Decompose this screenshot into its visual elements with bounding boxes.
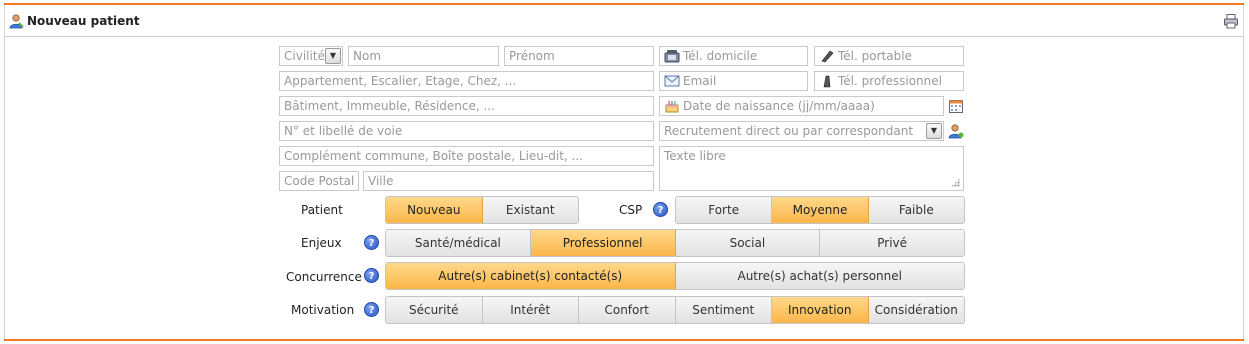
help-icon[interactable]: ?: [364, 268, 379, 283]
csp-segmented-control: Forte Moyenne Faible: [675, 196, 965, 224]
motivation-option-consideration[interactable]: Considération: [868, 297, 964, 323]
code-postal-input[interactable]: Code Postal: [279, 171, 359, 191]
user-icon: [8, 13, 24, 29]
bottom-accent-rule: [4, 339, 1244, 341]
date-naissance-input[interactable]: Date de naissance (jj/mm/aaaa): [659, 96, 944, 116]
concurrence-option-cabinets[interactable]: Autre(s) cabinet(s) contacté(s): [386, 263, 676, 289]
code-postal-placeholder: Code Postal: [284, 174, 355, 188]
complement-placeholder: Complément commune, Boîte postale, Lieu-…: [284, 149, 583, 163]
civilite-select[interactable]: Civilité ▼: [279, 46, 343, 66]
date-naissance-placeholder: Date de naissance (jj/mm/aaaa): [683, 99, 875, 113]
complement-input[interactable]: Complément commune, Boîte postale, Lieu-…: [279, 146, 654, 166]
civilite-value: Civilité: [284, 49, 325, 63]
tel-portable-input[interactable]: Tél. portable: [814, 46, 964, 66]
help-icon[interactable]: ?: [653, 202, 668, 217]
csp-option-forte[interactable]: Forte: [676, 197, 773, 223]
motivation-option-innovation[interactable]: Innovation: [772, 297, 869, 323]
email-placeholder: Email: [683, 74, 717, 88]
patient-option-nouveau[interactable]: Nouveau: [386, 197, 483, 223]
concurrence-label: Concurrence: [286, 270, 362, 284]
page-title: Nouveau patient: [27, 14, 140, 28]
enjeux-option-social[interactable]: Social: [675, 230, 821, 256]
motivation-option-confort[interactable]: Confort: [579, 297, 676, 323]
help-icon[interactable]: ?: [364, 235, 379, 250]
enjeux-option-sante[interactable]: Santé/médical: [386, 230, 531, 256]
recrutement-value: Recrutement direct ou par correspondant: [664, 124, 914, 138]
help-icon[interactable]: ?: [364, 302, 379, 317]
chevron-down-icon[interactable]: ▼: [325, 48, 341, 64]
recrutement-select[interactable]: Recrutement direct ou par correspondant …: [659, 121, 944, 141]
voie-placeholder: N° et libellé de voie: [284, 124, 403, 138]
tel-portable-placeholder: Tél. portable: [838, 49, 912, 63]
ville-input[interactable]: Ville: [363, 171, 654, 191]
printer-icon[interactable]: [1223, 13, 1239, 29]
patient-label: Patient: [301, 203, 343, 217]
appartement-placeholder: Appartement, Escalier, Etage, Chez, ...: [284, 74, 517, 88]
tel-professionnel-placeholder: Tél. professionnel: [838, 74, 942, 88]
phone-icon: [664, 49, 680, 63]
tel-professionnel-input[interactable]: Tél. professionnel: [814, 71, 964, 91]
enjeux-option-professionnel[interactable]: Professionnel: [530, 230, 676, 256]
nom-placeholder: Nom: [353, 49, 382, 63]
motivation-label: Motivation: [291, 303, 355, 317]
panel-header: Nouveau patient: [4, 5, 1244, 36]
enjeux-segmented-control: Santé/médical Professionnel Social Privé: [385, 229, 965, 257]
enjeux-label: Enjeux: [301, 236, 342, 250]
desk-phone-icon: [819, 74, 835, 88]
csp-option-moyenne[interactable]: Moyenne: [772, 197, 869, 223]
tel-domicile-placeholder: Tél. domicile: [683, 49, 758, 63]
voie-input[interactable]: N° et libellé de voie: [279, 121, 654, 141]
mobile-phone-icon: [819, 49, 835, 63]
patient-option-existant[interactable]: Existant: [482, 197, 578, 223]
nom-input[interactable]: Nom: [348, 46, 499, 66]
enjeux-option-prive[interactable]: Privé: [820, 230, 964, 256]
motivation-option-interet[interactable]: Intérêt: [482, 297, 579, 323]
prenom-placeholder: Prénom: [509, 49, 555, 63]
batiment-placeholder: Bâtiment, Immeuble, Résidence, ...: [284, 99, 495, 113]
batiment-input[interactable]: Bâtiment, Immeuble, Résidence, ...: [279, 96, 654, 116]
texte-libre-placeholder: Texte libre: [664, 149, 726, 163]
motivation-option-sentiment[interactable]: Sentiment: [675, 297, 772, 323]
ville-placeholder: Ville: [368, 174, 394, 188]
concurrence-option-achats[interactable]: Autre(s) achat(s) personnel: [675, 263, 964, 289]
prenom-input[interactable]: Prénom: [504, 46, 654, 66]
resize-grip-icon[interactable]: [951, 178, 960, 187]
birthday-cake-icon: [664, 99, 680, 113]
motivation-option-securite[interactable]: Sécurité: [386, 297, 483, 323]
texte-libre-textarea[interactable]: Texte libre: [659, 146, 964, 191]
csp-option-faible[interactable]: Faible: [868, 197, 964, 223]
motivation-segmented-control: Sécurité Intérêt Confort Sentiment Innov…: [385, 296, 965, 324]
tel-domicile-input[interactable]: Tél. domicile: [659, 46, 808, 66]
csp-label: CSP: [619, 203, 643, 217]
envelope-icon: [664, 74, 680, 88]
chevron-down-icon[interactable]: ▼: [926, 123, 942, 139]
concurrence-segmented-control: Autre(s) cabinet(s) contacté(s) Autre(s)…: [385, 262, 965, 290]
patient-segmented-control: Nouveau Existant: [385, 196, 579, 224]
appartement-input[interactable]: Appartement, Escalier, Etage, Chez, ...: [279, 71, 654, 91]
add-correspondant-icon[interactable]: [948, 123, 964, 139]
calendar-icon[interactable]: [948, 98, 964, 114]
email-input[interactable]: Email: [659, 71, 808, 91]
